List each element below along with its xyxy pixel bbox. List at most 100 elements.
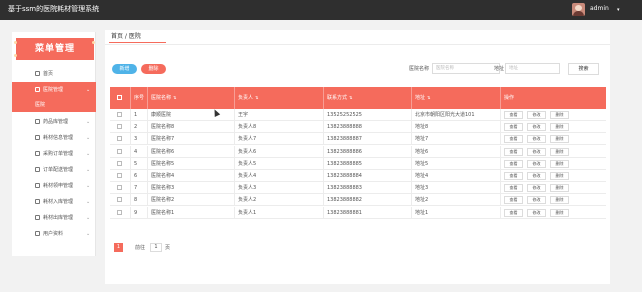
column-header-name[interactable]: 医院名称 ⇅ xyxy=(151,87,176,109)
column-separator xyxy=(234,194,235,207)
breadcrumb[interactable]: 首页 / 医院 xyxy=(111,33,141,41)
avatar[interactable] xyxy=(572,3,585,16)
search-name-input[interactable]: 医院名称 xyxy=(432,63,500,74)
column-header-address[interactable]: 地址 ⇅ xyxy=(415,87,430,109)
row-checkbox[interactable] xyxy=(117,209,122,215)
pagination-goto-label: 前往 xyxy=(135,245,146,251)
table-row[interactable]: 5 医院名称5 负责人5 13823888885 地址5 查看 修改 删除 xyxy=(110,157,606,170)
sort-icon[interactable]: ⇅ xyxy=(255,95,258,100)
delete-button[interactable]: 删除 xyxy=(141,64,166,74)
table-row[interactable]: 1 康顺医院 王宇 13525252525 北京市朝阳区阳光大道101 查看 修改 删除 xyxy=(110,109,606,121)
column-separator xyxy=(234,170,235,182)
view-button[interactable]: 查看 xyxy=(504,135,523,144)
column-separator xyxy=(130,109,131,121)
sidebar-item[interactable]: layers-icon耗材入库管理 ⌄ xyxy=(12,194,96,210)
view-button[interactable]: 查看 xyxy=(504,184,523,193)
delete-row-button[interactable]: 删除 xyxy=(550,123,569,132)
delete-row-button[interactable]: 删除 xyxy=(550,196,569,205)
sidebar-item[interactable]: home-icon首页 xyxy=(12,66,96,82)
cell-address: 地址2 xyxy=(415,197,429,204)
table-row[interactable]: 9 医院名称1 负责人1 13823888881 地址1 查看 修改 删除 xyxy=(110,206,606,219)
flag-icon: flag-icon xyxy=(35,87,40,92)
sort-icon[interactable]: ⇅ xyxy=(349,95,352,100)
view-button[interactable]: 查看 xyxy=(504,196,523,205)
column-header-manager[interactable]: 负责人 ⇅ xyxy=(238,87,258,109)
sort-icon[interactable]: ⇅ xyxy=(427,95,430,100)
sidebar-item[interactable]: flag-icon医院管理 ⌄ xyxy=(12,82,96,98)
row-checkbox[interactable] xyxy=(117,197,122,203)
row-checkbox[interactable] xyxy=(117,148,122,154)
edit-button[interactable]: 修改 xyxy=(527,208,546,217)
view-button[interactable]: 查看 xyxy=(504,123,523,132)
home-icon: home-icon xyxy=(35,71,40,76)
table-row[interactable]: 3 医院名称7 负责人7 13823888887 地址7 查看 修改 删除 xyxy=(110,133,606,146)
row-checkbox[interactable] xyxy=(117,185,122,191)
sidebar-item[interactable]: grid-icon耗材领申管理 ⌄ xyxy=(12,178,96,194)
sidebar-item[interactable]: calendar-icon用户资料 ⌄ xyxy=(12,226,96,242)
sidebar-item[interactable]: layers-icon耗材出库管理 ⌄ xyxy=(12,210,96,226)
sidebar-item[interactable]: grid-icon药品库管理 ⌄ xyxy=(12,114,96,130)
column-separator xyxy=(147,170,148,182)
cell-address: 北京市朝阳区阳光大道101 xyxy=(415,112,475,118)
sidebar-item-label: 药品库管理 xyxy=(43,119,69,125)
breadcrumb-divider xyxy=(105,44,610,45)
column-separator xyxy=(147,121,148,134)
sort-icon[interactable]: ⇅ xyxy=(173,95,176,100)
add-button[interactable]: 新增 xyxy=(112,64,137,74)
column-separator xyxy=(130,133,131,146)
view-button[interactable]: 查看 xyxy=(504,147,523,156)
delete-row-button[interactable]: 删除 xyxy=(550,111,569,119)
table-row[interactable]: 6 医院名称4 负责人4 13823888884 地址4 查看 修改 删除 xyxy=(110,170,606,182)
user-menu-caret-icon[interactable]: ▾ xyxy=(617,6,620,14)
row-checkbox[interactable] xyxy=(117,173,122,178)
delete-row-button[interactable]: 删除 xyxy=(550,184,569,193)
delete-row-button[interactable]: 删除 xyxy=(550,135,569,144)
cell-hospital-name: 医院名称8 xyxy=(151,124,175,131)
table-row[interactable]: 2 医院名称8 负责人8 13823888888 地址8 查看 修改 删除 xyxy=(110,121,606,134)
view-button[interactable]: 查看 xyxy=(504,159,523,168)
row-checkbox[interactable] xyxy=(117,124,122,130)
sidebar-item[interactable]: grid-icon耗材信息管理 ⌄ xyxy=(12,130,96,146)
delete-row-button[interactable]: 删除 xyxy=(550,208,569,217)
user-name[interactable]: admin xyxy=(590,5,609,13)
edit-button[interactable]: 修改 xyxy=(527,147,546,156)
search-button[interactable]: 搜索 xyxy=(568,63,599,75)
edit-button[interactable]: 修改 xyxy=(527,123,546,132)
cell-no: 2 xyxy=(134,124,138,131)
delete-row-button[interactable]: 删除 xyxy=(550,159,569,168)
pagination-goto-input[interactable]: 1 xyxy=(150,243,162,252)
sidebar-subitem-hospital[interactable]: 医院 xyxy=(12,98,96,112)
column-header-phone[interactable]: 联系方式 ⇅ xyxy=(327,87,352,109)
cell-manager: 负责人1 xyxy=(238,209,257,216)
table-row[interactable]: 8 医院名称2 负责人2 13823888882 地址2 查看 修改 删除 xyxy=(110,194,606,207)
select-all-checkbox[interactable] xyxy=(117,95,122,100)
delete-row-button[interactable]: 删除 xyxy=(550,172,569,180)
cell-phone: 13823888886 xyxy=(327,148,362,155)
column-separator xyxy=(234,109,235,121)
edit-button[interactable]: 修改 xyxy=(527,196,546,205)
edit-button[interactable]: 修改 xyxy=(527,184,546,193)
view-button[interactable]: 查看 xyxy=(504,111,523,119)
sidebar-item[interactable]: pin-icon订单配送管理 ⌄ xyxy=(12,162,96,178)
view-button[interactable]: 查看 xyxy=(504,172,523,180)
row-checkbox[interactable] xyxy=(117,160,122,166)
cell-no: 5 xyxy=(134,160,138,167)
table-row[interactable]: 4 医院名称6 负责人6 13823888886 地址6 查看 修改 删除 xyxy=(110,145,606,158)
view-button[interactable]: 查看 xyxy=(504,208,523,217)
row-checkbox[interactable] xyxy=(117,136,122,142)
row-checkbox[interactable] xyxy=(117,112,122,117)
column-separator xyxy=(323,194,324,207)
edit-button[interactable]: 修改 xyxy=(527,172,546,180)
search-address-input[interactable]: 地址 xyxy=(505,63,560,74)
delete-row-button[interactable]: 删除 xyxy=(550,147,569,156)
column-separator xyxy=(147,145,148,158)
column-separator xyxy=(234,145,235,158)
edit-button[interactable]: 修改 xyxy=(527,135,546,144)
table-row[interactable]: 7 医院名称3 负责人3 13823888883 地址3 查看 修改 删除 xyxy=(110,182,606,195)
pagination-current-page[interactable]: 1 xyxy=(114,243,123,252)
column-separator xyxy=(323,206,324,219)
sidebar-item[interactable]: grid-icon采购订单管理 ⌄ xyxy=(12,146,96,162)
edit-button[interactable]: 修改 xyxy=(527,159,546,168)
edit-button[interactable]: 修改 xyxy=(527,111,546,119)
cell-no: 3 xyxy=(134,136,138,143)
